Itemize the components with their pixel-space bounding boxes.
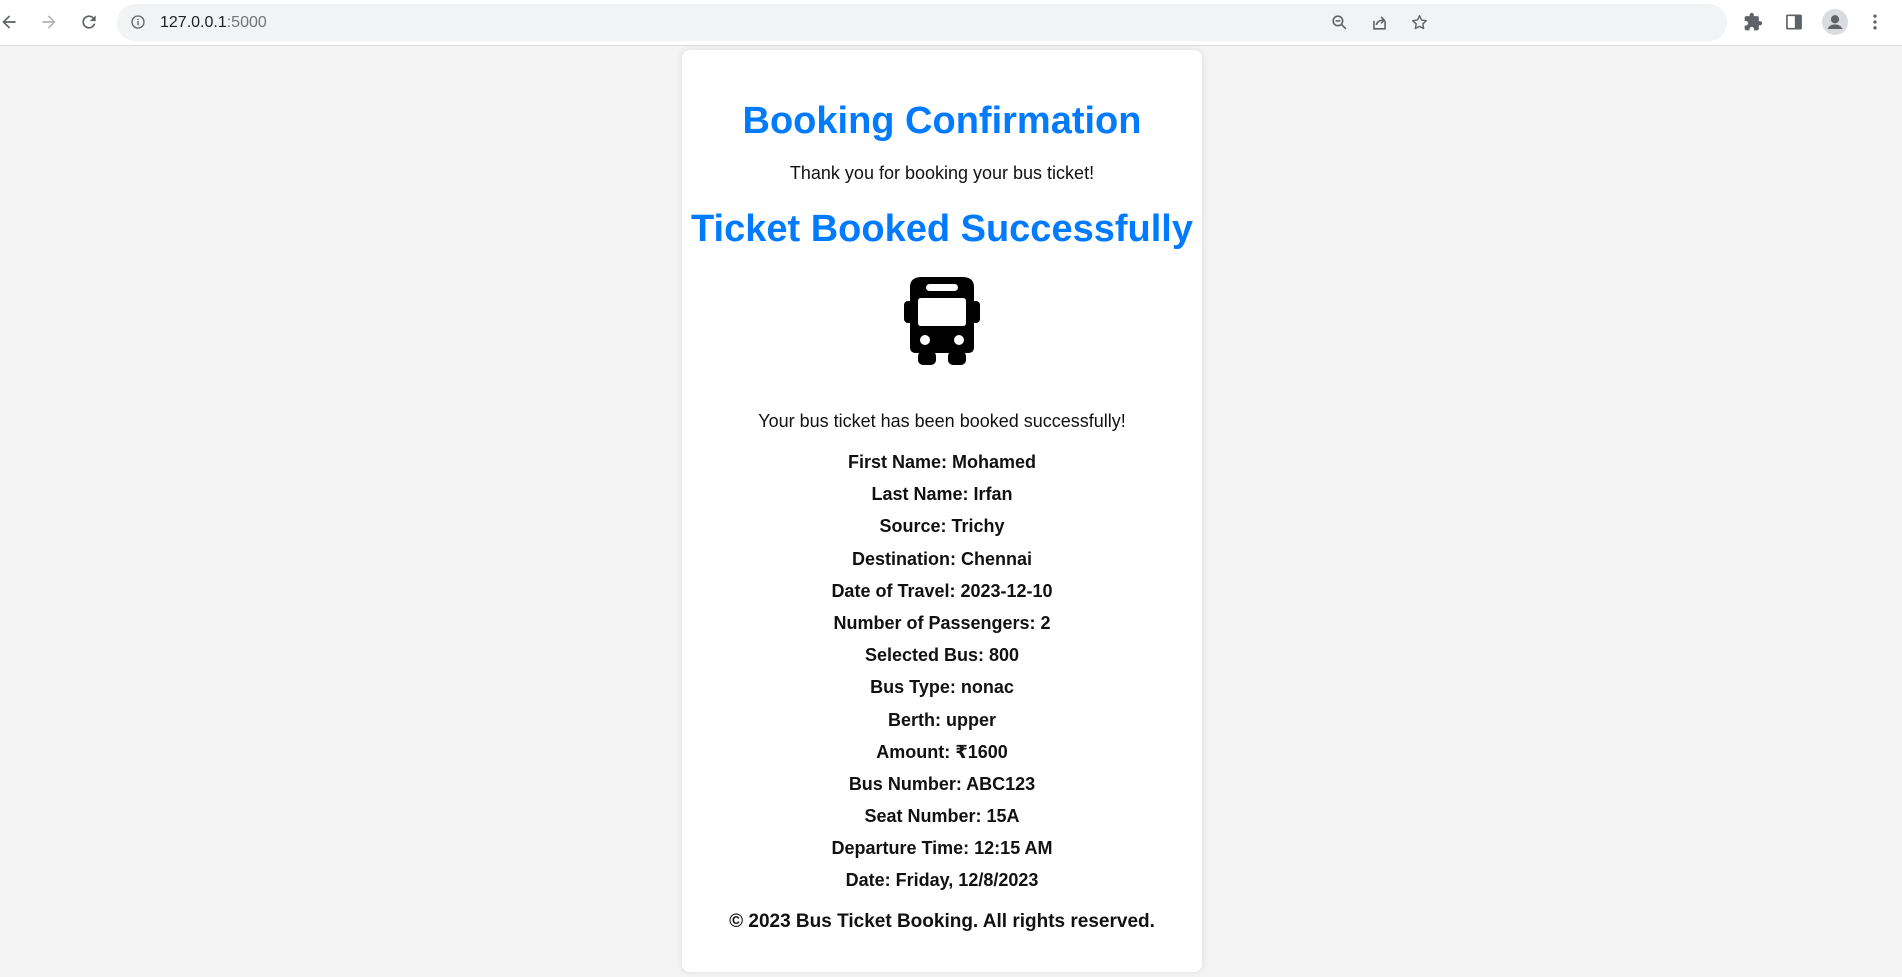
url-host: 127.0.0.1 (160, 14, 227, 31)
detail-selected-bus: Selected Bus: 800 (864, 645, 1020, 666)
footer-copyright: © 2023 Bus Ticket Booking. All rights re… (729, 911, 1155, 932)
url-text[interactable]: 127.0.0.1:5000 (160, 14, 267, 32)
extensions-icon[interactable] (1738, 7, 1768, 37)
page-viewport: Booking Confirmation Thank you for booki… (0, 47, 1902, 977)
detail-source: Source: Trichy (879, 516, 1005, 537)
url-port: :5000 (226, 14, 267, 31)
browser-toolbar: 127.0.0.1:5000 (0, 0, 1902, 46)
bus-icon (896, 275, 988, 367)
menu-icon[interactable] (1860, 7, 1890, 37)
booking-details: First Name: Mohamed Last Name: Irfan Sou… (682, 451, 1202, 902)
reload-icon[interactable] (74, 7, 104, 37)
detail-date-of-travel: Date of Travel: 2023-12-10 (831, 580, 1053, 601)
detail-bus-number: Bus Number: ABC123 (848, 773, 1036, 794)
detail-bus-type: Bus Type: nonac (870, 677, 1014, 698)
detail-amount: Amount: ₹1600 (876, 741, 1008, 762)
side-panel-icon[interactable] (1779, 7, 1809, 37)
detail-berth: Berth: upper (888, 709, 996, 730)
star-icon[interactable] (1405, 8, 1434, 37)
back-icon[interactable] (0, 7, 24, 37)
confirmation-card: Booking Confirmation Thank you for booki… (682, 50, 1202, 972)
thanks-message: Thank you for booking your bus ticket! (789, 163, 1095, 183)
detail-last-name: Last Name: Irfan (871, 484, 1013, 505)
page-title: Booking Confirmation (742, 100, 1142, 142)
detail-first-name: First Name: Mohamed (847, 452, 1037, 472)
detail-seat-number: Seat Number: 15A (864, 806, 1020, 827)
forward-icon[interactable] (34, 7, 64, 37)
success-message: Your bus ticket has been booked successf… (758, 411, 1126, 431)
success-heading: Ticket Booked Successfully (691, 208, 1193, 250)
info-icon[interactable] (129, 13, 147, 31)
detail-passengers: Number of Passengers: 2 (833, 612, 1051, 633)
detail-destination: Destination: Chennai (851, 548, 1032, 569)
detail-date: Date: Friday, 12/8/2023 (845, 870, 1039, 891)
profile-icon[interactable] (1820, 7, 1850, 37)
address-bar[interactable]: 127.0.0.1:5000 (117, 4, 1727, 41)
share-icon[interactable] (1365, 8, 1394, 37)
detail-departure-time: Departure Time: 12:15 AM (831, 838, 1053, 859)
zoom-out-icon[interactable] (1325, 8, 1354, 37)
